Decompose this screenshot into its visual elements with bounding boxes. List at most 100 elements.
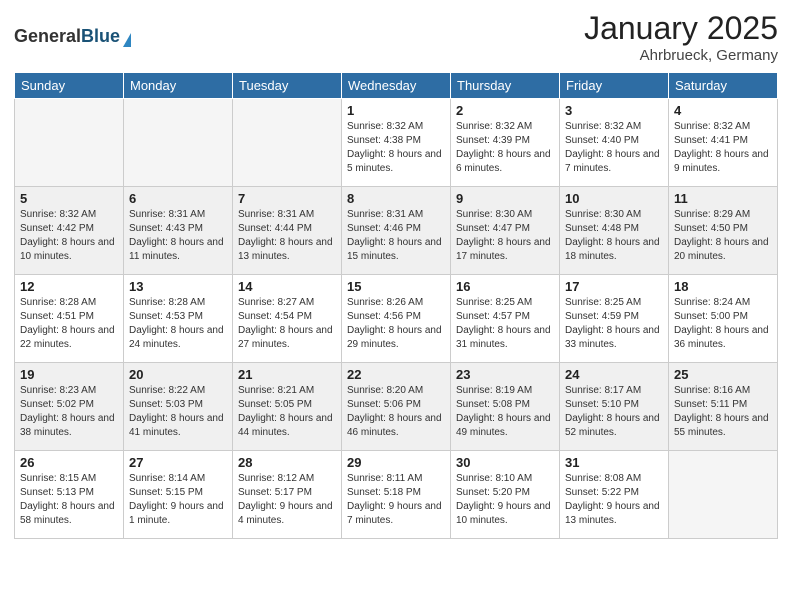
day-info: Sunrise: 8:32 AMSunset: 4:41 PMDaylight:…: [674, 120, 772, 176]
day-info: Sunrise: 8:31 AMSunset: 4:43 PMDaylight:…: [129, 208, 227, 264]
table-row: 30 Sunrise: 8:10 AMSunset: 5:20 PMDaylig…: [451, 451, 560, 539]
day-number: 24: [565, 367, 663, 382]
table-row: 10 Sunrise: 8:30 AMSunset: 4:48 PMDaylig…: [560, 187, 669, 275]
table-row: 27 Sunrise: 8:14 AMSunset: 5:15 PMDaylig…: [124, 451, 233, 539]
day-number: 23: [456, 367, 554, 382]
table-row: 4 Sunrise: 8:32 AMSunset: 4:41 PMDayligh…: [669, 99, 778, 187]
day-info: Sunrise: 8:32 AMSunset: 4:39 PMDaylight:…: [456, 120, 554, 176]
day-number: 28: [238, 455, 336, 470]
day-number: 27: [129, 455, 227, 470]
day-info: Sunrise: 8:22 AMSunset: 5:03 PMDaylight:…: [129, 384, 227, 440]
day-number: 16: [456, 279, 554, 294]
logo: GeneralBlue: [14, 27, 131, 47]
col-saturday: Saturday: [669, 73, 778, 99]
table-row: 28 Sunrise: 8:12 AMSunset: 5:17 PMDaylig…: [233, 451, 342, 539]
table-row: [233, 99, 342, 187]
day-info: Sunrise: 8:23 AMSunset: 5:02 PMDaylight:…: [20, 384, 118, 440]
col-tuesday: Tuesday: [233, 73, 342, 99]
col-wednesday: Wednesday: [342, 73, 451, 99]
table-row: 12 Sunrise: 8:28 AMSunset: 4:51 PMDaylig…: [15, 275, 124, 363]
day-info: Sunrise: 8:11 AMSunset: 5:18 PMDaylight:…: [347, 472, 445, 528]
day-info: Sunrise: 8:28 AMSunset: 4:51 PMDaylight:…: [20, 296, 118, 352]
table-row: 16 Sunrise: 8:25 AMSunset: 4:57 PMDaylig…: [451, 275, 560, 363]
table-row: 5 Sunrise: 8:32 AMSunset: 4:42 PMDayligh…: [15, 187, 124, 275]
day-info: Sunrise: 8:19 AMSunset: 5:08 PMDaylight:…: [456, 384, 554, 440]
table-row: 23 Sunrise: 8:19 AMSunset: 5:08 PMDaylig…: [451, 363, 560, 451]
table-row: 31 Sunrise: 8:08 AMSunset: 5:22 PMDaylig…: [560, 451, 669, 539]
day-info: Sunrise: 8:25 AMSunset: 4:57 PMDaylight:…: [456, 296, 554, 352]
table-row: 25 Sunrise: 8:16 AMSunset: 5:11 PMDaylig…: [669, 363, 778, 451]
day-number: 19: [20, 367, 118, 382]
day-number: 18: [674, 279, 772, 294]
table-row: 6 Sunrise: 8:31 AMSunset: 4:43 PMDayligh…: [124, 187, 233, 275]
logo-general: General: [14, 26, 81, 46]
day-info: Sunrise: 8:20 AMSunset: 5:06 PMDaylight:…: [347, 384, 445, 440]
table-row: 22 Sunrise: 8:20 AMSunset: 5:06 PMDaylig…: [342, 363, 451, 451]
day-info: Sunrise: 8:29 AMSunset: 4:50 PMDaylight:…: [674, 208, 772, 264]
day-info: Sunrise: 8:24 AMSunset: 5:00 PMDaylight:…: [674, 296, 772, 352]
table-row: 29 Sunrise: 8:11 AMSunset: 5:18 PMDaylig…: [342, 451, 451, 539]
table-row: 20 Sunrise: 8:22 AMSunset: 5:03 PMDaylig…: [124, 363, 233, 451]
table-row: 14 Sunrise: 8:27 AMSunset: 4:54 PMDaylig…: [233, 275, 342, 363]
day-number: 7: [238, 191, 336, 206]
calendar-week-row: 5 Sunrise: 8:32 AMSunset: 4:42 PMDayligh…: [15, 187, 778, 275]
day-info: Sunrise: 8:15 AMSunset: 5:13 PMDaylight:…: [20, 472, 118, 528]
day-number: 21: [238, 367, 336, 382]
day-number: 2: [456, 103, 554, 118]
day-number: 17: [565, 279, 663, 294]
table-row: [669, 451, 778, 539]
calendar-week-row: 1 Sunrise: 8:32 AMSunset: 4:38 PMDayligh…: [15, 99, 778, 187]
table-row: [124, 99, 233, 187]
col-sunday: Sunday: [15, 73, 124, 99]
table-row: 19 Sunrise: 8:23 AMSunset: 5:02 PMDaylig…: [15, 363, 124, 451]
day-info: Sunrise: 8:30 AMSunset: 4:47 PMDaylight:…: [456, 208, 554, 264]
table-row: 7 Sunrise: 8:31 AMSunset: 4:44 PMDayligh…: [233, 187, 342, 275]
table-row: 26 Sunrise: 8:15 AMSunset: 5:13 PMDaylig…: [15, 451, 124, 539]
day-info: Sunrise: 8:31 AMSunset: 4:44 PMDaylight:…: [238, 208, 336, 264]
day-number: 22: [347, 367, 445, 382]
day-number: 25: [674, 367, 772, 382]
table-row: [15, 99, 124, 187]
day-info: Sunrise: 8:12 AMSunset: 5:17 PMDaylight:…: [238, 472, 336, 528]
day-number: 31: [565, 455, 663, 470]
location: Ahrbrueck, Germany: [584, 47, 778, 64]
day-info: Sunrise: 8:08 AMSunset: 5:22 PMDaylight:…: [565, 472, 663, 528]
table-row: 21 Sunrise: 8:21 AMSunset: 5:05 PMDaylig…: [233, 363, 342, 451]
day-number: 1: [347, 103, 445, 118]
calendar-week-row: 12 Sunrise: 8:28 AMSunset: 4:51 PMDaylig…: [15, 275, 778, 363]
day-info: Sunrise: 8:31 AMSunset: 4:46 PMDaylight:…: [347, 208, 445, 264]
page-header: GeneralBlue January 2025 Ahrbrueck, Germ…: [14, 10, 778, 64]
table-row: 13 Sunrise: 8:28 AMSunset: 4:53 PMDaylig…: [124, 275, 233, 363]
table-row: 24 Sunrise: 8:17 AMSunset: 5:10 PMDaylig…: [560, 363, 669, 451]
day-number: 30: [456, 455, 554, 470]
table-row: 8 Sunrise: 8:31 AMSunset: 4:46 PMDayligh…: [342, 187, 451, 275]
day-info: Sunrise: 8:26 AMSunset: 4:56 PMDaylight:…: [347, 296, 445, 352]
logo-blue: Blue: [81, 26, 120, 46]
day-number: 4: [674, 103, 772, 118]
day-number: 20: [129, 367, 227, 382]
col-friday: Friday: [560, 73, 669, 99]
day-number: 5: [20, 191, 118, 206]
table-row: 11 Sunrise: 8:29 AMSunset: 4:50 PMDaylig…: [669, 187, 778, 275]
day-info: Sunrise: 8:16 AMSunset: 5:11 PMDaylight:…: [674, 384, 772, 440]
day-info: Sunrise: 8:30 AMSunset: 4:48 PMDaylight:…: [565, 208, 663, 264]
table-row: 3 Sunrise: 8:32 AMSunset: 4:40 PMDayligh…: [560, 99, 669, 187]
day-number: 3: [565, 103, 663, 118]
day-info: Sunrise: 8:32 AMSunset: 4:40 PMDaylight:…: [565, 120, 663, 176]
table-row: 2 Sunrise: 8:32 AMSunset: 4:39 PMDayligh…: [451, 99, 560, 187]
table-row: 15 Sunrise: 8:26 AMSunset: 4:56 PMDaylig…: [342, 275, 451, 363]
day-number: 9: [456, 191, 554, 206]
day-number: 29: [347, 455, 445, 470]
day-info: Sunrise: 8:10 AMSunset: 5:20 PMDaylight:…: [456, 472, 554, 528]
calendar-week-row: 19 Sunrise: 8:23 AMSunset: 5:02 PMDaylig…: [15, 363, 778, 451]
day-number: 12: [20, 279, 118, 294]
day-info: Sunrise: 8:27 AMSunset: 4:54 PMDaylight:…: [238, 296, 336, 352]
calendar-week-row: 26 Sunrise: 8:15 AMSunset: 5:13 PMDaylig…: [15, 451, 778, 539]
col-monday: Monday: [124, 73, 233, 99]
calendar-header-row: Sunday Monday Tuesday Wednesday Thursday…: [15, 73, 778, 99]
day-number: 15: [347, 279, 445, 294]
day-info: Sunrise: 8:32 AMSunset: 4:42 PMDaylight:…: [20, 208, 118, 264]
day-number: 26: [20, 455, 118, 470]
day-number: 8: [347, 191, 445, 206]
table-row: 17 Sunrise: 8:25 AMSunset: 4:59 PMDaylig…: [560, 275, 669, 363]
